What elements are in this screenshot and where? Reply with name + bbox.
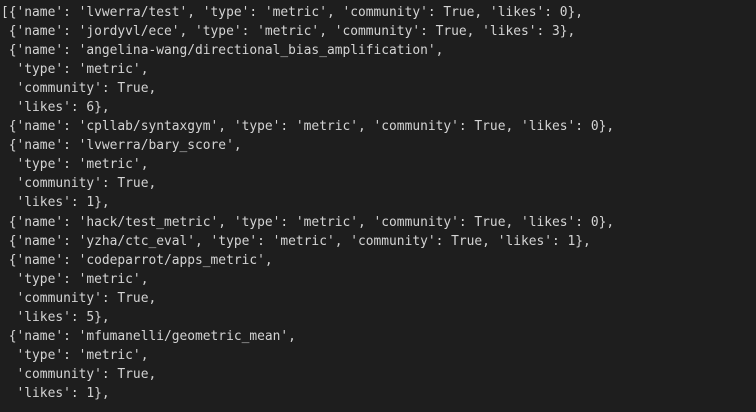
- output-line: 'type': 'metric',: [1, 62, 149, 78]
- output-line: {'name': 'mfumanelli/geometric_mean',: [1, 328, 296, 344]
- output-line: [{'name': 'lvwerra/test', 'type': 'metri…: [1, 5, 584, 20]
- output-line: {'name': 'lvwerra/bary_score',: [1, 138, 242, 154]
- output-line: 'likes': 5},: [1, 309, 110, 325]
- output-line: {'name': 'angelina-wang/directional_bias…: [1, 43, 444, 59]
- output-line: {'name': 'jordyvl/ece', 'type': 'metric'…: [1, 24, 576, 40]
- output-line: {'name': 'codeparrot/apps_metric',: [1, 252, 273, 268]
- output-line: {'name': 'yzha/ctc_eval', 'type': 'metri…: [1, 233, 591, 249]
- output-line: {'name': 'cpllab/syntaxgym', 'type': 'me…: [1, 119, 615, 135]
- output-line: 'likes': 1},: [1, 195, 110, 211]
- output-line: 'community': True,: [1, 176, 157, 192]
- output-line: 'type': 'metric',: [1, 157, 149, 173]
- output-line: 'likes': 6},: [1, 100, 110, 116]
- output-line: 'likes': 1},: [1, 385, 110, 401]
- cell-output-panel: [{'name': 'lvwerra/test', 'type': 'metri…: [0, 0, 756, 412]
- output-line: 'type': 'metric',: [1, 347, 149, 363]
- output-line: 'community': True,: [1, 81, 157, 97]
- output-line: 'type': 'metric',: [1, 271, 149, 287]
- output-line: 'community': True,: [1, 290, 157, 306]
- output-line: {'name': 'hack/test_metric', 'type': 'me…: [1, 214, 615, 230]
- output-line: 'community': True,: [1, 366, 157, 382]
